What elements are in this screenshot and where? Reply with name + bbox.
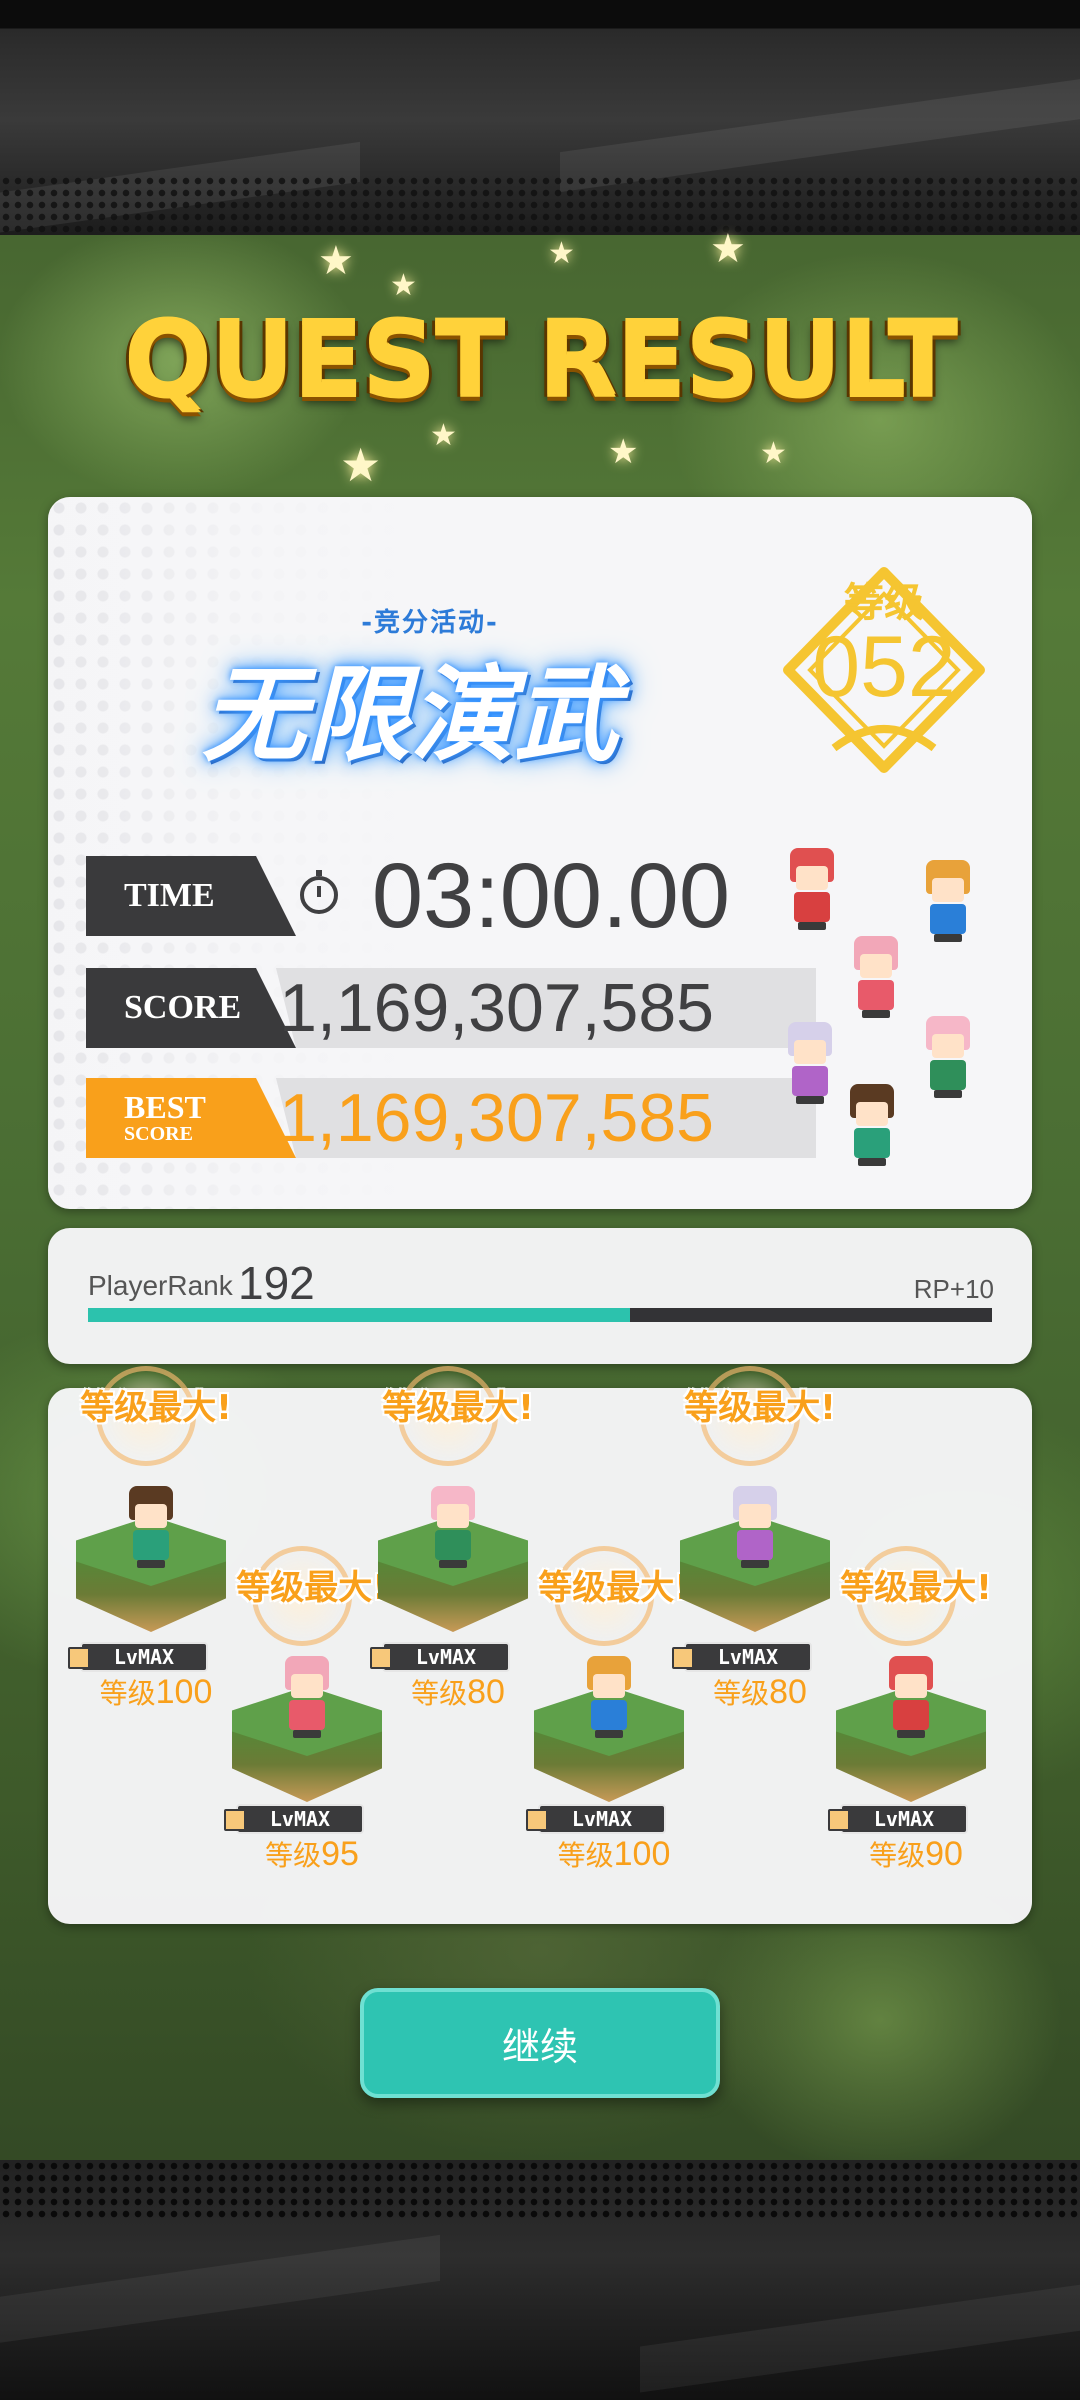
unit-level: 等级90 [869, 1835, 963, 1873]
sparkle-star-icon: ★ [608, 432, 639, 472]
player-rank-label: PlayerRank [88, 1270, 233, 1301]
best-score-row: BEST SCORE 1,169,307,585 [86, 1078, 816, 1158]
party-unit-5: 等级最大! LvMAX 等级80 [670, 1366, 850, 1711]
party-sprite [918, 860, 978, 944]
level-max-text: 等级最大! [840, 1568, 992, 1608]
level-max-text: 等级最大! [684, 1388, 836, 1428]
player-rank-panel: PlayerRank 192 RP+10 [48, 1228, 1032, 1364]
top-decor-bar [0, 0, 1080, 235]
unit-sprite [579, 1656, 639, 1740]
unit-level: 等级100 [99, 1673, 213, 1711]
player-rank-value: 192 [238, 1257, 315, 1309]
lvmax-tag: LvMAX [526, 1804, 666, 1834]
rank-progress-fill [88, 1308, 631, 1322]
lvmax-tag: LvMAX [370, 1642, 510, 1672]
unit-sprite [725, 1486, 785, 1570]
party-unit-1: 等级最大! LvMAX 等级100 [66, 1366, 246, 1711]
lvmax-tag: LvMAX [828, 1804, 968, 1834]
unit-pedestal [534, 1656, 684, 1806]
event-logo: 无限演武 [201, 653, 618, 776]
unit-pedestal [680, 1486, 830, 1636]
unit-level: 等级80 [411, 1673, 505, 1711]
unit-pedestal [378, 1486, 528, 1636]
lvmax-tag: LvMAX [68, 1642, 208, 1672]
unit-sprite [277, 1656, 337, 1740]
unit-sprite [121, 1486, 181, 1570]
rp-gain-label: RP+10 [913, 1274, 994, 1304]
score-value: 1,169,307,585 [279, 970, 714, 1046]
party-sprite [780, 1022, 840, 1106]
party-sprite [918, 1016, 978, 1100]
sparkle-star-icon: ★ [318, 238, 354, 284]
continue-button[interactable]: 继续 [360, 1988, 720, 2098]
time-value: 03:00.00 [371, 845, 730, 947]
sparkle-star-icon: ★ [710, 226, 746, 272]
sparkle-star-icon: ★ [548, 236, 575, 271]
quest-result-title: QUEST RESULT [123, 300, 958, 422]
score-row: SCORE 1,169,307,585 [86, 968, 816, 1048]
stopwatch-icon [300, 870, 338, 914]
unit-level: 等级80 [713, 1673, 807, 1711]
lvmax-tag: LvMAX [224, 1804, 364, 1834]
rank-progress-bar [88, 1308, 992, 1322]
unit-level: 等级95 [265, 1835, 359, 1873]
rank-badge-value: 052 [812, 619, 956, 715]
unit-pedestal [232, 1656, 382, 1806]
best-score-label: BEST SCORE [86, 1078, 296, 1158]
unit-pedestal [76, 1486, 226, 1636]
sparkle-star-icon: ★ [760, 436, 787, 471]
party-unit-6: 等级最大! LvMAX 等级90 [826, 1546, 1006, 1886]
unit-sprite [423, 1486, 483, 1570]
sparkle-star-icon: ★ [390, 268, 417, 303]
party-unit-3: 等级最大! LvMAX 等级80 [368, 1366, 548, 1711]
sparkle-star-icon: ★ [430, 418, 457, 453]
unit-sprite [881, 1656, 941, 1740]
level-max-text: 等级最大! [382, 1388, 534, 1428]
best-score-value: 1,169,307,585 [279, 1080, 714, 1156]
best-label-bottom: SCORE [124, 1123, 193, 1145]
time-row: TIME 03:00.00 [86, 848, 730, 944]
bottom-decor-bar [0, 2160, 1080, 2400]
time-label: TIME [86, 856, 296, 936]
score-label: SCORE [86, 968, 296, 1048]
party-sprite [842, 1084, 902, 1168]
sparkle-star-icon: ★ [340, 438, 382, 492]
party-sprite-cluster [770, 840, 1010, 1180]
unit-level: 等级100 [557, 1835, 671, 1873]
lvmax-tag: LvMAX [672, 1642, 812, 1672]
party-sprite [782, 848, 842, 932]
unit-pedestal [836, 1656, 986, 1806]
best-label-top: BEST [124, 1089, 206, 1125]
level-max-text: 等级最大! [80, 1388, 232, 1428]
party-sprite [846, 936, 906, 1020]
